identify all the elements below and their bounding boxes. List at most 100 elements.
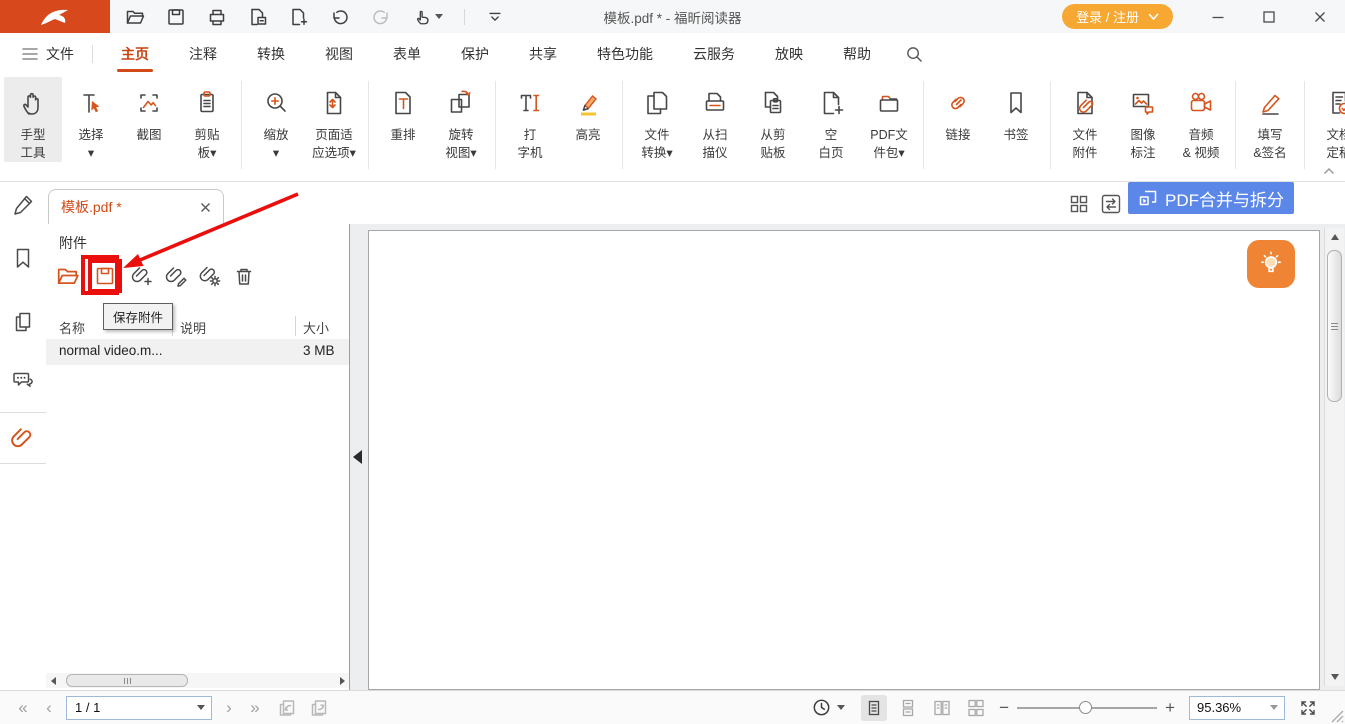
window-resize-grip[interactable] bbox=[1331, 710, 1344, 723]
customize-toolbar-button[interactable] bbox=[484, 6, 506, 28]
scroll-right-arrow-icon[interactable] bbox=[335, 673, 349, 688]
previous-page-button[interactable]: ‹ bbox=[36, 698, 62, 718]
zoom-button[interactable]: 缩放 ▾ bbox=[247, 77, 305, 162]
continuous-view-button[interactable] bbox=[895, 695, 921, 721]
tab-convert[interactable]: 转换 bbox=[237, 33, 305, 75]
chevron-down-icon[interactable] bbox=[1264, 705, 1284, 710]
sidebar-item-bookmarks[interactable] bbox=[9, 244, 37, 272]
tips-assistant-button[interactable] bbox=[1247, 240, 1295, 288]
facing-continuous-view-button[interactable] bbox=[963, 695, 989, 721]
close-button[interactable] bbox=[1294, 0, 1345, 33]
clipboard-button[interactable]: 剪贴 板▾ bbox=[178, 77, 236, 162]
menu-file[interactable]: 文件 bbox=[12, 33, 84, 75]
first-page-button[interactable]: « bbox=[10, 698, 36, 718]
vertical-scroll-thumb[interactable] bbox=[1327, 250, 1342, 402]
tab-present[interactable]: 放映 bbox=[755, 33, 823, 75]
column-name[interactable]: 名称 bbox=[59, 318, 85, 337]
tab-cloud[interactable]: 云服务 bbox=[673, 33, 755, 75]
sidebar-item-edit[interactable] bbox=[10, 190, 38, 218]
fullscreen-button[interactable] bbox=[1295, 695, 1321, 721]
scroll-down-arrow-icon[interactable] bbox=[1325, 670, 1344, 684]
undo-button[interactable] bbox=[329, 6, 351, 28]
tab-home[interactable]: 主页 bbox=[101, 33, 169, 75]
collapse-ribbon-button[interactable] bbox=[1323, 167, 1335, 175]
tab-protect[interactable]: 保护 bbox=[441, 33, 509, 75]
search-button[interactable] bbox=[901, 41, 927, 67]
minimize-button[interactable] bbox=[1192, 0, 1243, 33]
hand-mode-button[interactable] bbox=[411, 6, 445, 28]
next-page-button[interactable]: › bbox=[216, 698, 242, 718]
pdf-portfolio-button[interactable]: PDF文 件包▾ bbox=[860, 77, 918, 162]
page-number-selector[interactable]: 1 / 1 bbox=[66, 696, 212, 720]
bookmark-button[interactable]: 书签 bbox=[987, 77, 1045, 144]
hand-tool-button[interactable]: 手型 工具 bbox=[4, 77, 62, 162]
rotate-view-button[interactable]: 旋转 视图▾ bbox=[432, 77, 490, 162]
zoom-in-button[interactable]: + bbox=[1165, 698, 1175, 718]
tab-share[interactable]: 共享 bbox=[509, 33, 577, 75]
attachment-settings-button[interactable] bbox=[197, 263, 223, 289]
chevron-down-icon[interactable] bbox=[191, 705, 211, 710]
scroll-left-arrow-icon[interactable] bbox=[46, 673, 60, 688]
vertical-scrollbar[interactable] bbox=[1324, 228, 1344, 686]
facing-view-button[interactable] bbox=[929, 695, 955, 721]
collapse-panel-button[interactable] bbox=[351, 444, 363, 470]
highlight-button[interactable]: 高亮 bbox=[559, 77, 617, 144]
reading-history-button[interactable] bbox=[812, 698, 845, 717]
from-scanner-button[interactable]: 从扫 描仪 bbox=[686, 77, 744, 162]
edit-attachment-button[interactable] bbox=[163, 263, 189, 289]
tab-form[interactable]: 表单 bbox=[373, 33, 441, 75]
file-attachment-button[interactable]: 文件 附件 bbox=[1056, 77, 1114, 162]
save-file-button[interactable] bbox=[165, 6, 187, 28]
fill-sign-button[interactable]: 填写 &签名 bbox=[1241, 77, 1299, 162]
zoom-slider[interactable] bbox=[1017, 698, 1157, 718]
typewriter-button[interactable]: 打 字机 bbox=[501, 77, 559, 162]
sidebar-item-comments[interactable] bbox=[9, 366, 37, 394]
column-size[interactable]: 大小 bbox=[303, 318, 329, 337]
previous-view-button[interactable] bbox=[274, 696, 300, 720]
attachment-row[interactable]: normal video.m... 3 MB bbox=[46, 339, 349, 365]
scroll-up-arrow-icon[interactable] bbox=[1325, 230, 1344, 244]
audio-video-button[interactable]: 音频 & 视频 bbox=[1172, 77, 1230, 162]
from-clipboard-button[interactable]: 从剪 贴板 bbox=[744, 77, 802, 162]
open-file-button[interactable] bbox=[124, 6, 146, 28]
single-page-view-button[interactable] bbox=[861, 695, 887, 721]
maximize-button[interactable] bbox=[1243, 0, 1294, 33]
panel-horizontal-scrollbar[interactable] bbox=[46, 673, 349, 688]
print-button[interactable] bbox=[206, 6, 228, 28]
sidebar-item-pages[interactable] bbox=[9, 308, 37, 336]
horizontal-scroll-thumb[interactable] bbox=[66, 674, 188, 687]
pages-icon bbox=[11, 310, 35, 334]
fit-page-options-button[interactable]: 页面适 应选项▾ bbox=[305, 77, 363, 162]
open-attachment-button[interactable] bbox=[55, 263, 81, 289]
zoom-level-selector[interactable]: 95.36% bbox=[1189, 696, 1285, 720]
redo-button[interactable] bbox=[370, 6, 392, 28]
image-annotation-button[interactable]: 图像 标注 bbox=[1114, 77, 1172, 162]
blank-page-button[interactable]: 空 白页 bbox=[802, 77, 860, 162]
switch-tabs-button[interactable] bbox=[1100, 193, 1122, 215]
delete-attachment-button[interactable] bbox=[231, 263, 257, 289]
tab-features[interactable]: 特色功能 bbox=[577, 33, 673, 75]
file-convert-button[interactable]: 文件 转换▾ bbox=[628, 77, 686, 162]
select-tool-button[interactable]: 选择 ▾ bbox=[62, 77, 120, 162]
tab-view[interactable]: 视图 bbox=[305, 33, 373, 75]
link-button[interactable]: 链接 bbox=[929, 77, 987, 144]
pdf-merge-split-button[interactable]: PDF合并与拆分 bbox=[1128, 182, 1294, 214]
next-view-button[interactable] bbox=[306, 696, 332, 720]
tab-comment[interactable]: 注释 bbox=[169, 33, 237, 75]
sidebar-item-attachments[interactable] bbox=[0, 412, 46, 464]
snapshot-button[interactable]: 截图 bbox=[120, 77, 178, 144]
page-thumbnails-button[interactable] bbox=[1068, 193, 1090, 215]
zoom-slider-thumb[interactable] bbox=[1079, 701, 1092, 714]
add-attachment-button[interactable] bbox=[129, 263, 155, 289]
insert-page-button[interactable] bbox=[288, 6, 310, 28]
finalize-document-button[interactable]: 文档 定稿 bbox=[1310, 77, 1345, 162]
login-button[interactable]: 登录 / 注册 bbox=[1062, 4, 1173, 29]
document-tab[interactable]: 模板.pdf * bbox=[48, 189, 224, 224]
tab-help[interactable]: 帮助 bbox=[823, 33, 891, 75]
column-description[interactable]: 说明 bbox=[180, 318, 206, 337]
reflow-button[interactable]: 重排 bbox=[374, 77, 432, 144]
last-page-button[interactable]: » bbox=[242, 698, 268, 718]
zoom-out-button[interactable]: − bbox=[999, 698, 1009, 718]
delete-page-button[interactable] bbox=[247, 6, 269, 28]
close-tab-icon[interactable] bbox=[200, 202, 211, 213]
